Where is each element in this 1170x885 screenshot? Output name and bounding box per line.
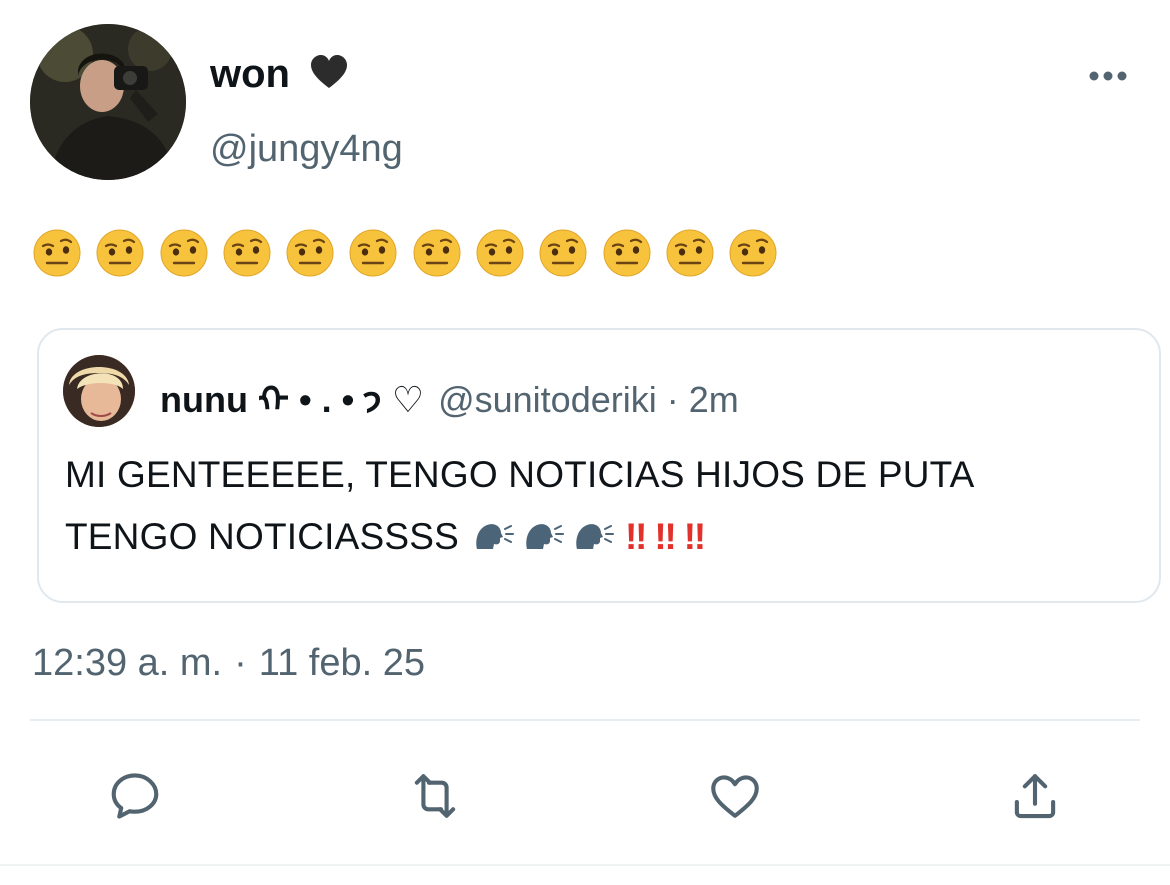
exclamation-mark: ‼: [683, 516, 706, 557]
tweet-emoji-row: [32, 228, 778, 278]
quoted-time[interactable]: 2m: [689, 378, 739, 422]
divider: [30, 719, 1140, 721]
raised-eyebrow-emoji-icon: [286, 229, 334, 277]
share-icon: [1014, 774, 1056, 819]
raised-eyebrow-emoji-icon: [349, 229, 397, 277]
like-button[interactable]: [703, 764, 767, 828]
quoted-header: nunu ᡣ • . • 𐭩 ♡ @sunitoderiki · 2m: [160, 378, 739, 422]
exclamation-mark: ‼: [625, 516, 647, 557]
retweet-button[interactable]: [403, 764, 467, 828]
raised-eyebrow-emoji-icon: [223, 229, 271, 277]
black-heart-icon: [311, 55, 348, 88]
author-display-name[interactable]: won: [210, 50, 349, 98]
timestamp-time: 12:39 a. m.: [32, 642, 223, 684]
raised-eyebrow-emoji-icon: [729, 229, 777, 277]
bottom-divider: [0, 864, 1170, 866]
author-avatar[interactable]: [30, 24, 186, 180]
raised-eyebrow-emoji-icon: [603, 229, 651, 277]
more-options-button[interactable]: [1084, 58, 1132, 94]
quoted-text: MI GENTEEEEE, TENGO NOTICIAS HIJOS DE PU…: [65, 444, 1125, 568]
author-name-text: won: [210, 52, 290, 96]
heart-icon: [711, 775, 759, 818]
raised-eyebrow-emoji-icon: [160, 229, 208, 277]
quoted-text-line: TENGO NOTICIASSSS ‼ ‼ ‼: [65, 506, 1125, 568]
header-separator: ·: [666, 379, 679, 420]
speaking-head-group: [473, 519, 615, 555]
quoted-author-avatar[interactable]: [63, 355, 135, 427]
avatar-photo-icon: [63, 355, 135, 427]
avatar-photo-icon: [30, 24, 186, 180]
raised-eyebrow-emoji-icon: [33, 229, 81, 277]
quoted-display-name[interactable]: nunu: [160, 378, 248, 422]
share-button[interactable]: [1003, 764, 1067, 828]
exclamation-mark: ‼: [654, 516, 676, 557]
speaking-head-icon: [526, 524, 565, 549]
quoted-name-decoration: ᡣ • . • 𐭩 ♡: [257, 379, 425, 420]
retweet-icon: [414, 774, 456, 818]
quoted-handle[interactable]: @sunitoderiki: [438, 378, 657, 422]
more-dots-icon: [1089, 71, 1127, 81]
quoted-text-segment: TENGO NOTICIASSSS: [65, 516, 460, 557]
speaking-head-icon: [576, 524, 615, 549]
tweet-timestamp[interactable]: 12:39 a. m. · 11 feb. 25: [32, 640, 425, 686]
quoted-text-line: MI GENTEEEEE, TENGO NOTICIAS HIJOS DE PU…: [65, 454, 975, 495]
raised-eyebrow-emoji-icon: [476, 229, 524, 277]
timestamp-separator: ·: [234, 642, 247, 684]
raised-eyebrow-emoji-icon: [96, 229, 144, 277]
raised-eyebrow-emoji-icon: [666, 229, 714, 277]
speaking-head-icon: [476, 524, 515, 549]
author-handle[interactable]: @jungy4ng: [210, 126, 403, 172]
raised-eyebrow-emoji-icon: [539, 229, 587, 277]
timestamp-date: 11 feb. 25: [258, 642, 425, 684]
reply-button[interactable]: [103, 764, 167, 828]
reply-icon: [111, 773, 159, 819]
raised-eyebrow-emoji-icon: [413, 229, 461, 277]
